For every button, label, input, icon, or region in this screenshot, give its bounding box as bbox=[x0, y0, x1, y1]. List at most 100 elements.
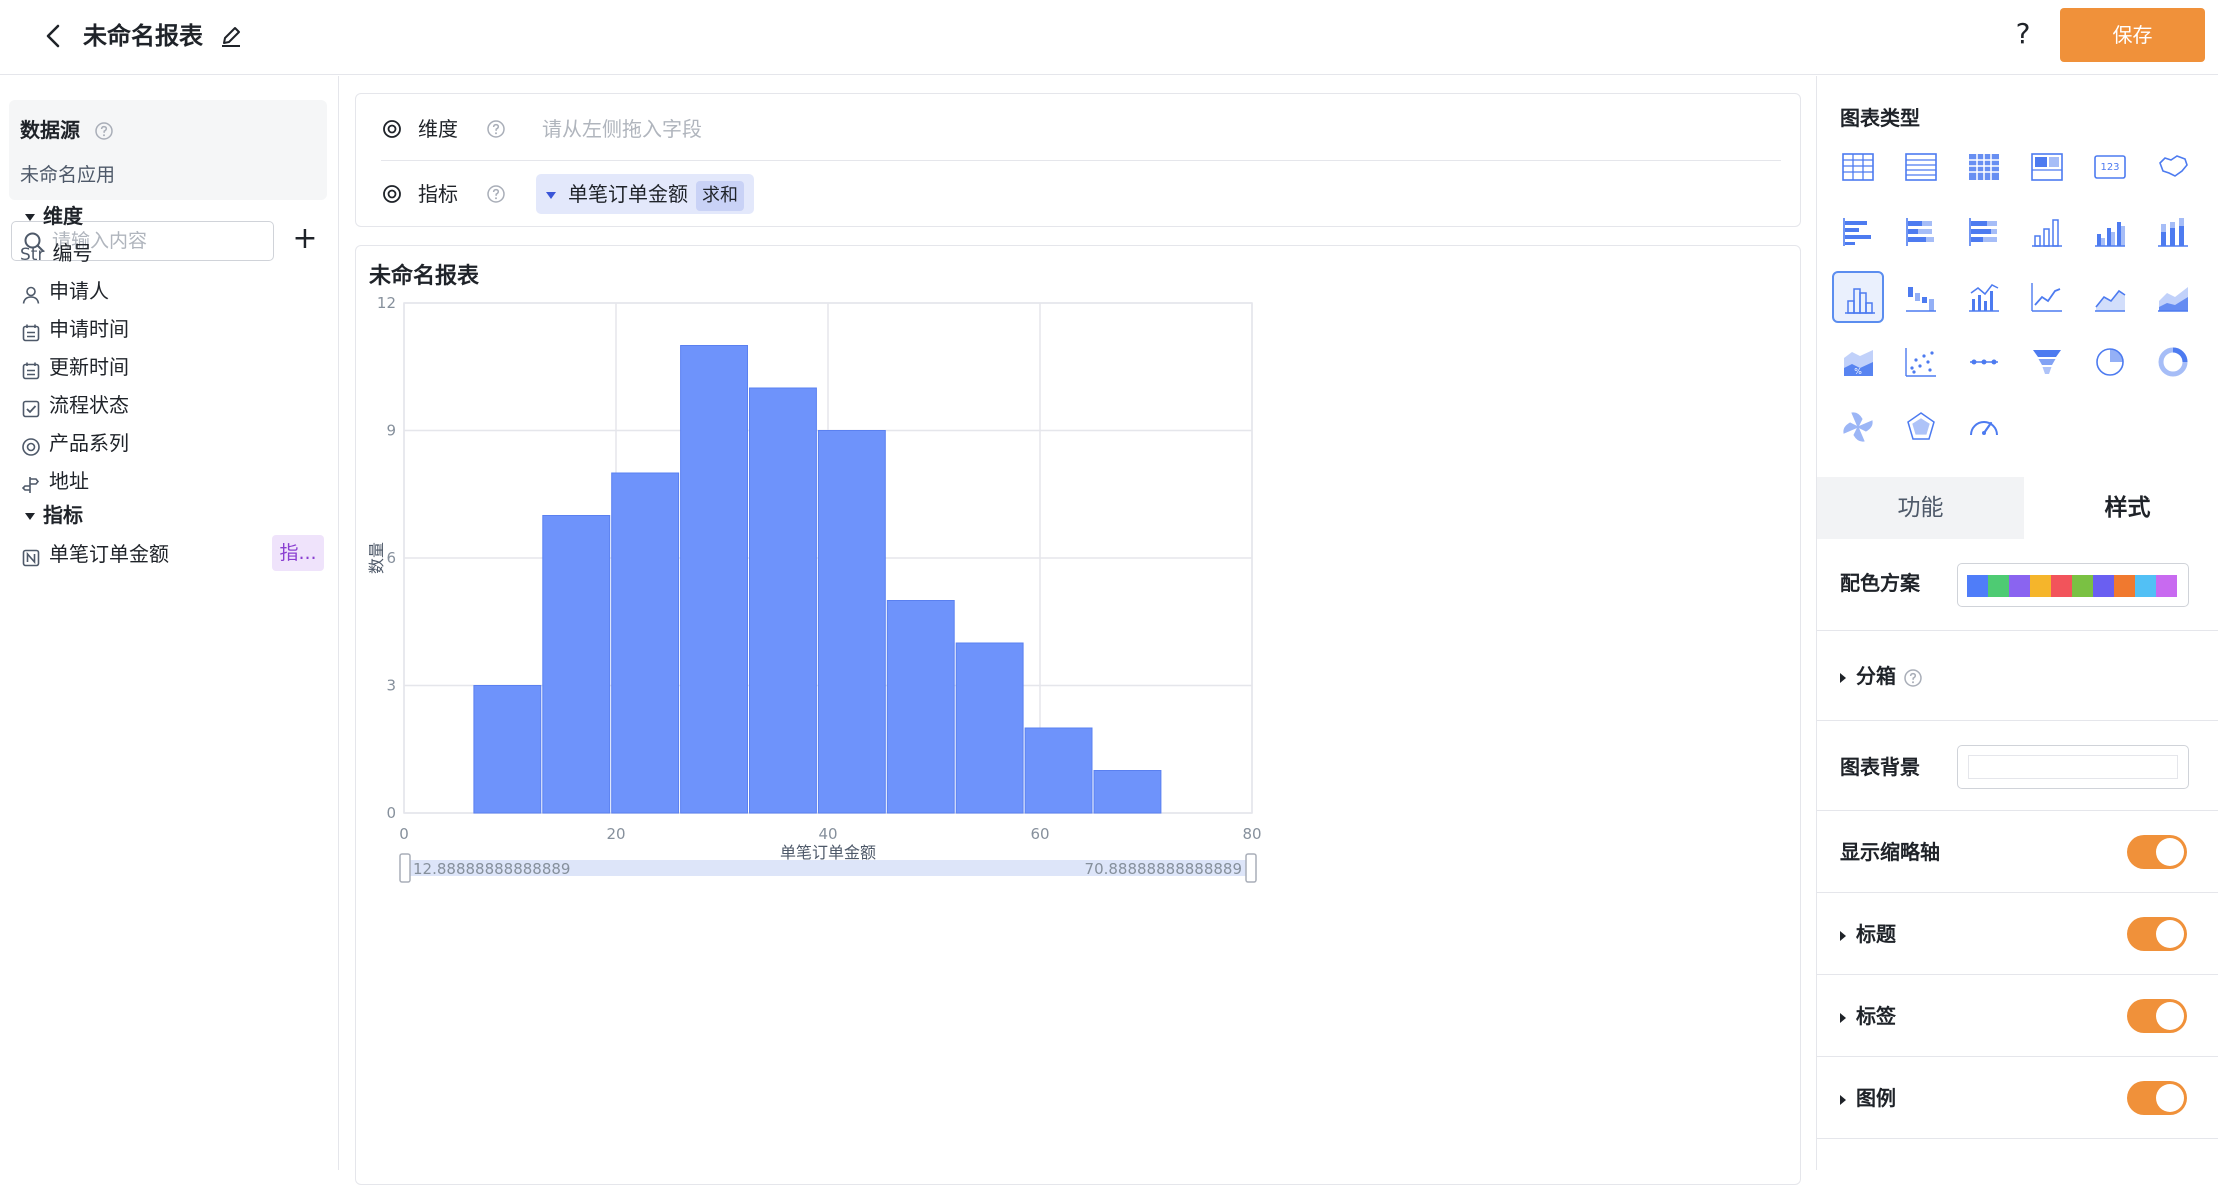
field-item-process-status[interactable]: 流程状态 bbox=[20, 388, 320, 422]
histogram-bar bbox=[749, 387, 817, 814]
legend-toggle[interactable] bbox=[2127, 1081, 2187, 1115]
aggregation-tag[interactable]: 求和 bbox=[696, 181, 744, 211]
toggle-knob bbox=[2156, 920, 2184, 948]
donut-icon[interactable] bbox=[2147, 336, 2199, 388]
property-panel: 图表类型 123% 功能 样式 配色方案 分箱 图表背景 显示缩略轴 标题 标签… bbox=[1816, 76, 2218, 1170]
panel-tabs: 功能 样式 bbox=[1817, 477, 2218, 539]
metric-group-header[interactable]: 指标 bbox=[25, 501, 83, 529]
indicator-card-icon[interactable]: 123 bbox=[2084, 141, 2136, 193]
stacked-bar-horizontal-icon[interactable] bbox=[1895, 206, 1947, 258]
area-icon[interactable] bbox=[2084, 271, 2136, 323]
help-circle-icon[interactable] bbox=[1903, 668, 1923, 688]
bar-horizontal-icon[interactable] bbox=[1832, 206, 1884, 258]
map-icon[interactable] bbox=[2147, 141, 2199, 193]
dimension-drop-row[interactable]: 维度 请从左侧拖入字段 bbox=[381, 109, 1781, 149]
label-label: 标签 bbox=[1840, 1002, 1896, 1030]
histogram-bar bbox=[1024, 727, 1093, 814]
palette-swatch bbox=[2051, 575, 2072, 597]
histogram-icon[interactable] bbox=[1832, 271, 1884, 323]
field-item-product-series[interactable]: 产品系列 bbox=[20, 426, 320, 460]
datasource-app-name: 未命名应用 bbox=[20, 164, 116, 186]
field-item-number[interactable]: Str 编号 bbox=[20, 236, 320, 270]
field-item-apply-time[interactable]: 申请时间 bbox=[20, 312, 320, 346]
percent-area-icon[interactable]: % bbox=[1832, 336, 1884, 388]
grouped-column-icon[interactable] bbox=[2084, 206, 2136, 258]
tab-style[interactable]: 样式 bbox=[2024, 477, 2218, 539]
svg-text:123: 123 bbox=[2100, 162, 2119, 173]
stacked-column-icon[interactable] bbox=[2147, 206, 2199, 258]
edit-pencil-icon[interactable] bbox=[218, 22, 244, 50]
palette-select[interactable] bbox=[1957, 563, 2189, 607]
legend-label-text: 图例 bbox=[1856, 1086, 1896, 1110]
cross-table-icon[interactable] bbox=[2021, 141, 2073, 193]
zoom-end-handle[interactable] bbox=[1245, 853, 1257, 883]
label-toggle[interactable] bbox=[2127, 999, 2187, 1033]
field-label: 更新时间 bbox=[49, 355, 129, 379]
title-toggle[interactable] bbox=[2127, 917, 2187, 951]
field-label: 编号 bbox=[52, 241, 93, 265]
column-line-icon[interactable] bbox=[1958, 271, 2010, 323]
field-label: 申请人 bbox=[49, 279, 109, 303]
dimension-group-header[interactable]: 维度 bbox=[25, 202, 83, 230]
table-icon[interactable] bbox=[1832, 141, 1884, 193]
windmill-icon[interactable] bbox=[1832, 401, 1884, 453]
binning-row[interactable]: 分箱 bbox=[1817, 631, 2218, 721]
caret-down-icon bbox=[25, 214, 35, 221]
metric-field-pill[interactable]: 单笔订单金额 求和 bbox=[536, 174, 754, 214]
show-zoom-row: 显示缩略轴 bbox=[1817, 811, 2218, 893]
zoom-start-handle[interactable] bbox=[399, 853, 411, 883]
field-config-card: 维度 请从左侧拖入字段 指标 单笔订单金额 求和 bbox=[355, 93, 1801, 227]
metric-drop-row[interactable]: 指标 单笔订单金额 求和 bbox=[381, 174, 1781, 214]
datasource-card[interactable]: 数据源 未命名应用 bbox=[9, 100, 327, 200]
percent-bar-horizontal-icon[interactable] bbox=[1958, 206, 2010, 258]
show-zoom-toggle[interactable] bbox=[2127, 835, 2187, 869]
pie-icon[interactable] bbox=[2084, 336, 2136, 388]
label-row[interactable]: 标签 bbox=[1817, 975, 2218, 1057]
palette-swatch bbox=[2156, 575, 2177, 597]
save-button[interactable]: 保存 bbox=[2060, 8, 2205, 62]
title-label-text: 标题 bbox=[1856, 922, 1896, 946]
radar-icon[interactable] bbox=[1895, 401, 1947, 453]
tab-function[interactable]: 功能 bbox=[1817, 477, 2024, 539]
svg-text:%: % bbox=[1854, 367, 1862, 376]
field-item-applicant[interactable]: 申请人 bbox=[20, 274, 320, 308]
detail-table-icon[interactable] bbox=[1895, 141, 1947, 193]
palette-swatch bbox=[2072, 575, 2093, 597]
dot-line-icon[interactable] bbox=[1958, 336, 2010, 388]
column-icon[interactable] bbox=[2021, 206, 2073, 258]
funnel-icon[interactable] bbox=[2021, 336, 2073, 388]
scatter-icon[interactable] bbox=[1895, 336, 1947, 388]
palette-swatch bbox=[1967, 575, 1988, 597]
stacked-area-icon[interactable] bbox=[2147, 271, 2199, 323]
title-label: 标题 bbox=[1840, 920, 1896, 948]
background-color-picker[interactable] bbox=[1957, 745, 2189, 789]
pivot-table-icon[interactable] bbox=[1958, 141, 2010, 193]
histogram-bar bbox=[817, 430, 886, 814]
target-icon bbox=[381, 118, 403, 140]
legend-row[interactable]: 图例 bbox=[1817, 1057, 2218, 1139]
field-item-order-amount[interactable]: 单笔订单金额 指... bbox=[20, 535, 324, 571]
x-tick-label: 80 bbox=[1242, 825, 1261, 843]
back-arrow-icon[interactable] bbox=[40, 20, 68, 52]
radio-icon bbox=[20, 434, 42, 456]
help-circle-icon[interactable] bbox=[486, 184, 506, 204]
waterfall-icon[interactable] bbox=[1895, 271, 1947, 323]
palette-row: 配色方案 bbox=[1817, 539, 2218, 631]
field-item-address[interactable]: 地址 bbox=[20, 464, 320, 498]
background-swatch bbox=[1968, 755, 2178, 779]
title-row[interactable]: 标题 bbox=[1817, 893, 2218, 975]
x-tick-label: 0 bbox=[399, 825, 409, 843]
field-item-update-time[interactable]: 更新时间 bbox=[20, 350, 320, 384]
gauge-icon[interactable] bbox=[1958, 401, 2010, 453]
line-icon[interactable] bbox=[2021, 271, 2073, 323]
help-button[interactable]: ? bbox=[2008, 16, 2038, 52]
histogram-bar bbox=[542, 515, 611, 814]
dimension-group-label: 维度 bbox=[43, 204, 83, 228]
field-sidebar: 数据源 未命名应用 + 维度 Str编号 申请人 申请时间 更新时间 流程状态 … bbox=[0, 76, 339, 1170]
help-circle-icon[interactable] bbox=[486, 119, 506, 139]
help-circle-icon[interactable] bbox=[94, 121, 114, 141]
legend-label: 图例 bbox=[1840, 1084, 1896, 1112]
palette-swatch bbox=[2093, 575, 2114, 597]
toggle-knob bbox=[2156, 838, 2184, 866]
chart-type-title: 图表类型 bbox=[1840, 106, 1920, 130]
